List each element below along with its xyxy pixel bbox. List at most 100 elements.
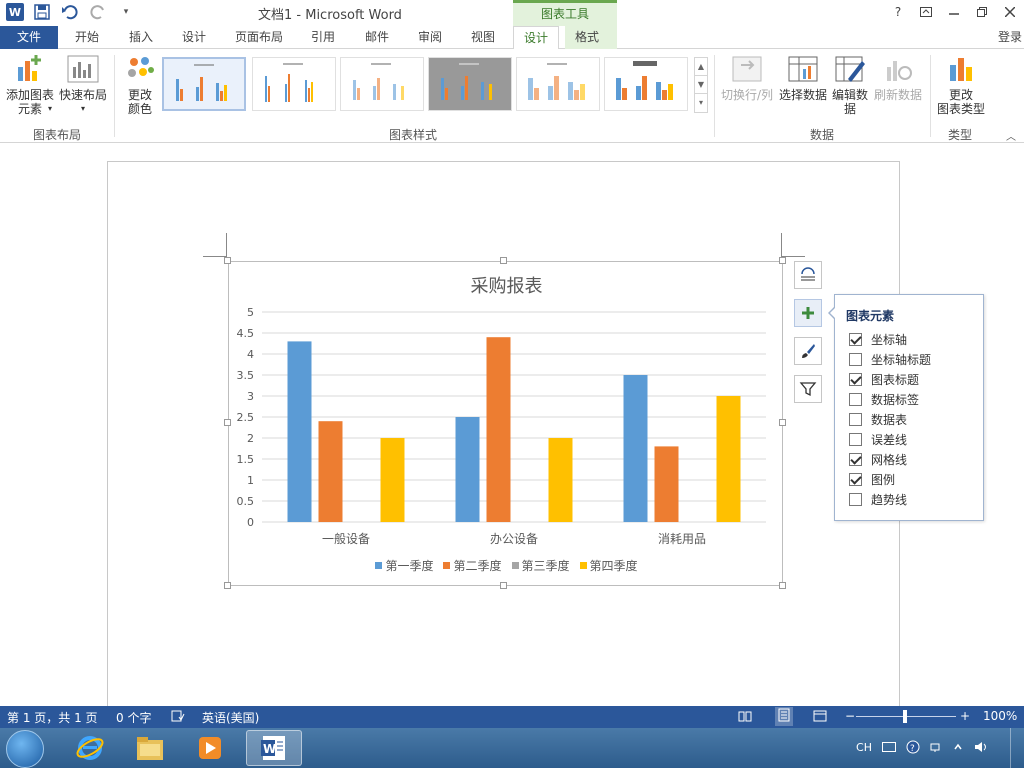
zoom-slider-thumb[interactable] bbox=[903, 710, 907, 723]
chart-element-option[interactable]: 坐标轴标题 bbox=[849, 351, 931, 367]
word-logo-icon[interactable]: W bbox=[6, 3, 24, 21]
chart-style-6[interactable] bbox=[604, 57, 688, 111]
tab-insert[interactable]: 插入 bbox=[129, 26, 153, 49]
chart-styles-button[interactable] bbox=[794, 337, 822, 365]
select-data-button[interactable]: 选择数据 bbox=[778, 53, 828, 102]
chart-bar[interactable] bbox=[716, 396, 741, 522]
tab-view[interactable]: 视图 bbox=[471, 26, 495, 49]
gallery-scroll-up-icon[interactable]: ▲ bbox=[695, 58, 707, 76]
chart-bar[interactable] bbox=[654, 446, 679, 522]
zoom-in-button[interactable]: + bbox=[960, 709, 970, 723]
chart-bar[interactable] bbox=[548, 438, 573, 522]
internet-explorer-icon[interactable] bbox=[62, 730, 118, 766]
resize-handle-left[interactable] bbox=[224, 419, 231, 426]
legend-entry[interactable]: 第三季度 bbox=[511, 557, 570, 574]
resize-handle-bottom-right[interactable] bbox=[779, 582, 786, 589]
redo-icon[interactable] bbox=[88, 3, 108, 21]
chart-element-option[interactable]: 坐标轴 bbox=[849, 331, 907, 347]
customize-qat-icon[interactable]: ▾ bbox=[116, 3, 136, 21]
file-explorer-icon[interactable] bbox=[122, 730, 178, 766]
resize-handle-top-right[interactable] bbox=[779, 257, 786, 264]
resize-handle-bottom[interactable] bbox=[500, 582, 507, 589]
tab-page-layout[interactable]: 页面布局 bbox=[235, 26, 283, 49]
chart-bar[interactable] bbox=[318, 421, 343, 522]
tab-references[interactable]: 引用 bbox=[311, 26, 335, 49]
show-desktop-button[interactable] bbox=[1010, 728, 1024, 768]
chart-style-1[interactable] bbox=[162, 57, 246, 111]
checkbox[interactable] bbox=[849, 432, 862, 446]
checkbox[interactable] bbox=[849, 412, 862, 426]
checkbox[interactable] bbox=[849, 472, 862, 486]
word-count[interactable]: 0 个字 bbox=[116, 709, 151, 726]
checkbox[interactable] bbox=[849, 492, 862, 506]
checkbox[interactable] bbox=[849, 332, 862, 346]
keyboard-icon[interactable] bbox=[882, 741, 896, 753]
read-mode-icon[interactable] bbox=[738, 709, 752, 726]
gallery-more-icon[interactable]: ▾ bbox=[695, 94, 707, 112]
proofing-icon[interactable] bbox=[171, 709, 185, 726]
gallery-scroll-down-icon[interactable]: ▼ bbox=[695, 76, 707, 94]
chart-style-4[interactable] bbox=[428, 57, 512, 111]
chart-bar[interactable] bbox=[455, 417, 480, 522]
chart-elements-button[interactable] bbox=[794, 299, 822, 327]
switch-row-column-button[interactable]: 切换行/列 bbox=[718, 53, 776, 102]
edit-data-button[interactable]: 编辑数 据 bbox=[830, 53, 870, 116]
tab-mailings[interactable]: 邮件 bbox=[365, 26, 389, 49]
chart-element-option[interactable]: 数据表 bbox=[849, 411, 907, 427]
chart-filters-button[interactable] bbox=[794, 375, 822, 403]
chart-object[interactable]: 采购报表 0 0.5 1 1.5 2 2.5 3 3.5 4 4.5 5 一般设备 办公设备 消耗用品 第… bbox=[228, 261, 783, 586]
chart-element-option[interactable]: 图例 bbox=[849, 471, 895, 487]
quick-layout-button[interactable]: 快速布局 ▾ bbox=[58, 53, 108, 116]
change-chart-type-button[interactable]: 更改 图表类型 bbox=[934, 53, 988, 116]
windows-start-icon[interactable] bbox=[6, 730, 44, 768]
login-link[interactable]: 登录 bbox=[998, 26, 1022, 49]
chart-element-option[interactable]: 趋势线 bbox=[849, 491, 907, 507]
zoom-level[interactable]: 100% bbox=[983, 709, 1017, 723]
input-language[interactable]: CH bbox=[856, 741, 872, 754]
page-count[interactable]: 第 1 页，共 1 页 bbox=[7, 709, 98, 726]
chart-legend[interactable]: 第一季度 第二季度 第三季度 第四季度 bbox=[229, 557, 784, 574]
resize-handle-top[interactable] bbox=[500, 257, 507, 264]
checkbox[interactable] bbox=[849, 372, 862, 386]
language-indicator[interactable]: 英语(美国) bbox=[202, 709, 259, 726]
word-taskbar-icon[interactable]: W bbox=[246, 730, 302, 766]
chart-plot-area[interactable]: 0 0.5 1 1.5 2 2.5 3 3.5 4 4.5 5 一般设备 办公设备 消耗用品 bbox=[229, 262, 784, 587]
tab-chart-design[interactable]: 设计 bbox=[513, 26, 560, 50]
chart-bar[interactable] bbox=[287, 341, 312, 522]
tab-design-doc[interactable]: 设计 bbox=[182, 26, 206, 49]
chart-element-option[interactable]: 数据标签 bbox=[849, 391, 919, 407]
resize-handle-bottom-left[interactable] bbox=[224, 582, 231, 589]
chart-bar[interactable] bbox=[486, 337, 511, 522]
add-chart-element-button[interactable]: 添加图表 元素 ▾ bbox=[4, 53, 56, 116]
checkbox[interactable] bbox=[849, 392, 862, 406]
web-layout-icon[interactable] bbox=[813, 709, 827, 726]
ribbon-display-options-icon[interactable] bbox=[912, 0, 940, 24]
refresh-data-button[interactable]: 刷新数据 bbox=[872, 53, 924, 102]
chart-element-option[interactable]: 网格线 bbox=[849, 451, 907, 467]
minimize-icon[interactable] bbox=[940, 0, 968, 24]
legend-entry[interactable]: 第一季度 bbox=[375, 557, 433, 574]
chart-element-option[interactable]: 图表标题 bbox=[849, 371, 919, 387]
chart-element-option[interactable]: 误差线 bbox=[849, 431, 907, 447]
chart-bar[interactable] bbox=[623, 375, 648, 522]
network-icon[interactable] bbox=[930, 741, 942, 753]
restore-icon[interactable] bbox=[968, 0, 996, 24]
help-tray-icon[interactable]: ? bbox=[906, 740, 920, 754]
undo-icon[interactable] bbox=[60, 3, 80, 21]
chart-style-2[interactable] bbox=[252, 57, 336, 111]
legend-entry[interactable]: 第四季度 bbox=[579, 557, 638, 574]
checkbox[interactable] bbox=[849, 452, 862, 466]
chart-bar[interactable] bbox=[380, 438, 405, 522]
tab-file[interactable]: 文件 bbox=[0, 26, 58, 49]
save-icon[interactable] bbox=[32, 3, 52, 21]
tab-chart-format[interactable]: 格式 bbox=[565, 26, 617, 49]
tray-arrow-icon[interactable] bbox=[952, 741, 964, 753]
print-layout-icon[interactable] bbox=[775, 707, 793, 726]
resize-handle-right[interactable] bbox=[779, 419, 786, 426]
tab-home[interactable]: 开始 bbox=[75, 26, 99, 49]
tab-review[interactable]: 审阅 bbox=[418, 26, 442, 49]
chart-style-5[interactable] bbox=[516, 57, 600, 111]
close-icon[interactable] bbox=[996, 0, 1024, 24]
collapse-ribbon-icon[interactable]: ︿ bbox=[1006, 128, 1016, 143]
media-player-icon[interactable] bbox=[182, 730, 238, 766]
